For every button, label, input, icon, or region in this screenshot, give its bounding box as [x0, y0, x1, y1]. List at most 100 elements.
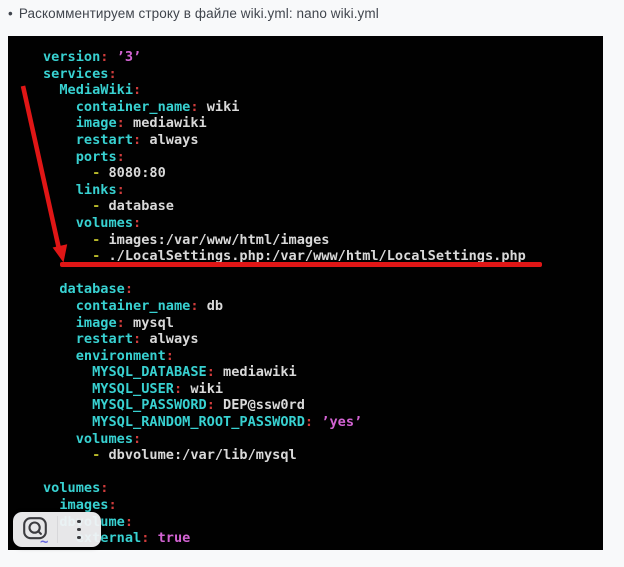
- code-line: MediaWiki:: [43, 82, 603, 99]
- code-token: MYSQL_PASSWORD: [92, 397, 207, 413]
- code-line: - database: [43, 198, 603, 215]
- code-token: :: [133, 431, 141, 447]
- code-token: always: [141, 132, 198, 148]
- code-line: links:: [43, 182, 603, 199]
- code-token: volumes: [76, 215, 133, 231]
- code-token: :: [190, 99, 198, 115]
- code-token: :: [100, 480, 108, 496]
- instruction-text: Раскомментируем строку в файле wiki.yml:…: [19, 6, 379, 21]
- code-token: :: [133, 82, 141, 98]
- code-token: ’3’: [117, 49, 142, 65]
- code-token: :: [133, 132, 141, 148]
- code-token: :: [108, 497, 116, 513]
- code-token: :: [207, 397, 215, 413]
- search-by-image-button[interactable]: [13, 512, 57, 547]
- code-token: restart: [76, 132, 133, 148]
- code-token: :: [190, 298, 198, 314]
- code-token: [43, 364, 92, 380]
- code-token: [108, 49, 116, 65]
- code-line: database:: [43, 281, 603, 298]
- code-token: [43, 414, 92, 430]
- code-line: image: mediawiki: [43, 115, 603, 132]
- code-token: :: [117, 115, 125, 131]
- code-token: container_name: [76, 99, 191, 115]
- code-token: 8080:80: [100, 165, 165, 181]
- code-token: MediaWiki: [59, 82, 133, 98]
- code-token: [43, 397, 92, 413]
- code-token: image: [76, 315, 117, 331]
- yaml-code: version: ’3’services: MediaWiki: contain…: [43, 49, 603, 550]
- code-token: :: [117, 149, 125, 165]
- stray-tilde-glyph: ~: [40, 534, 48, 550]
- code-line: - images:/var/www/html/images: [43, 232, 603, 249]
- code-token: [43, 215, 76, 231]
- code-token: :: [166, 348, 174, 364]
- code-token: :: [207, 364, 215, 380]
- code-token: ’yes’: [321, 414, 362, 430]
- code-line: images:: [43, 497, 603, 514]
- code-line: restart: always: [43, 132, 603, 149]
- code-line: restart: always: [43, 331, 603, 348]
- code-token: wiki: [199, 99, 240, 115]
- bullet-glyph: •: [8, 6, 13, 21]
- code-line: version: ’3’: [43, 49, 603, 66]
- code-line: image: mysql: [43, 315, 603, 332]
- code-line: volumes:: [43, 431, 603, 448]
- code-token: [43, 331, 76, 347]
- instruction-line: • Раскомментируем строку в файле wiki.yml…: [8, 6, 608, 21]
- code-token: [43, 281, 59, 297]
- code-token: [43, 182, 76, 198]
- code-token: [43, 381, 92, 397]
- code-token: [43, 82, 59, 98]
- red-underline-annotation: [60, 262, 542, 267]
- code-token: version: [43, 49, 100, 65]
- code-token: :: [125, 514, 133, 530]
- code-token: MYSQL_RANDOM_ROOT_PASSWORD: [92, 414, 305, 430]
- code-token: environment: [76, 348, 166, 364]
- image-tools-overlay: [13, 512, 101, 547]
- terminal-screenshot: version: ’3’services: MediaWiki: contain…: [8, 36, 603, 550]
- code-token: [43, 447, 92, 463]
- code-token: [43, 298, 76, 314]
- code-token: [43, 165, 92, 181]
- code-token: [43, 431, 76, 447]
- code-line: container_name: wiki: [43, 99, 603, 116]
- code-line: MYSQL_DATABASE: mediawiki: [43, 364, 603, 381]
- code-token: :: [133, 331, 141, 347]
- code-token: DEP@ssw0rd: [215, 397, 305, 413]
- code-token: MYSQL_USER: [92, 381, 174, 397]
- code-line: [43, 265, 603, 282]
- code-token: restart: [76, 331, 133, 347]
- code-line: dbvolume:: [43, 514, 603, 531]
- code-token: always: [141, 331, 198, 347]
- code-token: db: [199, 298, 224, 314]
- code-token: mysql: [125, 315, 174, 331]
- code-token: mediawiki: [215, 364, 297, 380]
- code-token: [43, 99, 76, 115]
- code-token: wiki: [182, 381, 223, 397]
- kebab-menu-icon: [77, 520, 81, 540]
- more-options-button[interactable]: [58, 512, 102, 547]
- code-token: :: [117, 315, 125, 331]
- code-token: :: [305, 414, 313, 430]
- code-token: images:/var/www/html/images: [100, 232, 329, 248]
- code-token: :: [174, 381, 182, 397]
- code-line: environment:: [43, 348, 603, 365]
- code-line: - 8080:80: [43, 165, 603, 182]
- code-line: MYSQL_RANDOM_ROOT_PASSWORD: ’yes’: [43, 414, 603, 431]
- code-token: mediawiki: [125, 115, 207, 131]
- code-line: volumes:: [43, 480, 603, 497]
- code-token: [43, 198, 92, 214]
- code-token: [149, 530, 157, 546]
- code-token: database: [59, 281, 124, 297]
- code-line: services:: [43, 66, 603, 83]
- code-token: database: [100, 198, 174, 214]
- code-line: - dbvolume:/var/lib/mysql: [43, 447, 603, 464]
- code-line: ports:: [43, 149, 603, 166]
- code-line: external: true: [43, 530, 603, 547]
- code-line: MYSQL_PASSWORD: DEP@ssw0rd: [43, 397, 603, 414]
- code-token: MYSQL_DATABASE: [92, 364, 207, 380]
- code-token: [43, 132, 76, 148]
- code-token: volumes: [76, 431, 133, 447]
- code-token: [43, 348, 76, 364]
